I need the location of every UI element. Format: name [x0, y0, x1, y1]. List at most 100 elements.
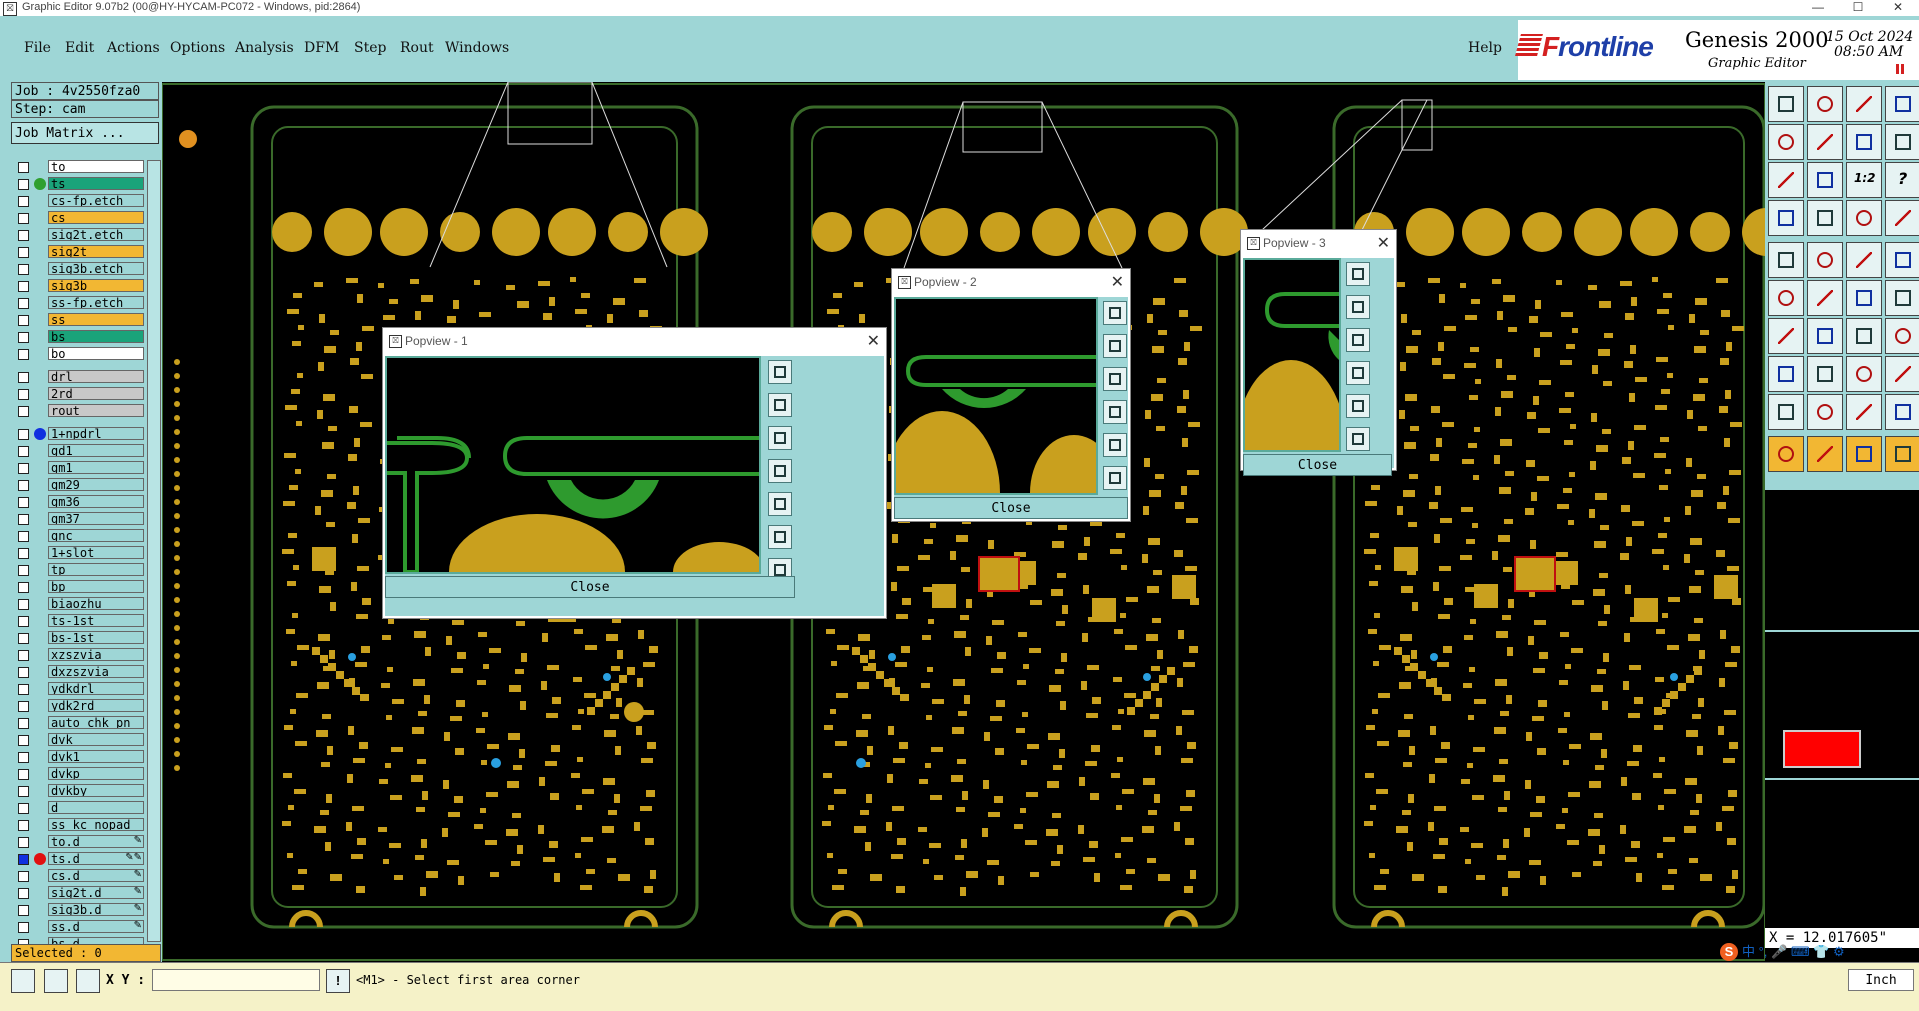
- layer-name[interactable]: bs-1st: [48, 631, 144, 644]
- layer-name[interactable]: d: [48, 801, 144, 814]
- layer-row-cs-d[interactable]: cs.d ✎: [12, 869, 144, 883]
- zoom-fit-icon[interactable]: [1768, 162, 1804, 198]
- layer-row-d[interactable]: d: [12, 801, 144, 815]
- layer-name[interactable]: ts: [48, 177, 144, 190]
- redraw-icon[interactable]: [1885, 86, 1919, 122]
- ruler-icon[interactable]: [1846, 242, 1882, 278]
- job-matrix-button[interactable]: Job Matrix ...: [11, 122, 159, 144]
- menu-edit[interactable]: Edit: [65, 40, 94, 56]
- layer-checkbox[interactable]: [18, 633, 29, 644]
- layer-name[interactable]: ss-fp.etch: [48, 296, 144, 309]
- menu-dfm[interactable]: DFM: [304, 40, 339, 56]
- layer-checkbox[interactable]: [18, 650, 29, 661]
- layer-row-ydkdrl[interactable]: ydkdrl: [12, 682, 144, 696]
- warning-button[interactable]: !: [326, 969, 350, 993]
- pan-down-icon[interactable]: [1103, 367, 1127, 391]
- pan-down-icon[interactable]: [1346, 328, 1370, 352]
- layer-checkbox[interactable]: [18, 230, 29, 241]
- layer-checkbox[interactable]: [18, 582, 29, 593]
- layers-icon[interactable]: [1885, 356, 1919, 392]
- move-icon[interactable]: [1885, 436, 1919, 472]
- layer-name[interactable]: auto_chk_pn: [48, 716, 144, 729]
- cursor-icon[interactable]: [1768, 436, 1804, 472]
- probe-icon[interactable]: [1807, 200, 1843, 236]
- reshape-icon[interactable]: [1846, 318, 1882, 354]
- layer-checkbox[interactable]: [18, 786, 29, 797]
- cursor-y-icon[interactable]: [1807, 436, 1843, 472]
- layer-name[interactable]: ydkdrl: [48, 682, 144, 695]
- layer-checkbox[interactable]: [18, 905, 29, 916]
- layer-row-sig2t[interactable]: sig2t: [12, 245, 144, 259]
- pan-down-icon[interactable]: [768, 426, 792, 450]
- close-window-button[interactable]: ✕: [1880, 0, 1916, 16]
- layer-row-ts-1st[interactable]: ts-1st: [12, 614, 144, 628]
- layer-row-gm36[interactable]: gm36: [12, 495, 144, 509]
- layer-checkbox[interactable]: [18, 446, 29, 457]
- layer-name[interactable]: bp: [48, 580, 144, 593]
- layer-name[interactable]: dvk1: [48, 750, 144, 763]
- layer-row-2rd[interactable]: 2rd: [12, 387, 144, 401]
- layer-checkbox[interactable]: [18, 667, 29, 678]
- layer-name[interactable]: 1+npdrl: [48, 427, 144, 440]
- layer-name[interactable]: dxzszvia: [48, 665, 144, 678]
- pan-right-icon[interactable]: [1807, 124, 1843, 160]
- layer-row-ts-d[interactable]: ts.d ✎✎: [12, 852, 144, 866]
- layer-checkbox[interactable]: [18, 616, 29, 627]
- copy-move-icon[interactable]: [1846, 356, 1882, 392]
- layer-name[interactable]: dvkp: [48, 767, 144, 780]
- layer-checkbox[interactable]: [18, 162, 29, 173]
- cursor-r-icon[interactable]: [1846, 436, 1882, 472]
- layer-checkbox[interactable]: [18, 349, 29, 360]
- layer-name[interactable]: to: [48, 160, 144, 173]
- layer-row-bp[interactable]: bp: [12, 580, 144, 594]
- zoom-home-icon[interactable]: [1768, 86, 1804, 122]
- layer-row-dvkp[interactable]: dvkp: [12, 767, 144, 781]
- layer-checkbox[interactable]: [18, 281, 29, 292]
- zoom-in-icon[interactable]: [768, 525, 792, 549]
- pan-left-icon[interactable]: [1346, 361, 1370, 385]
- popview-1-close-button[interactable]: Close: [385, 576, 795, 598]
- layer-checkbox[interactable]: [18, 514, 29, 525]
- layer-name[interactable]: ss_kc_nopad: [48, 818, 144, 831]
- graphic-canvas[interactable]: ⛝ Popview - 1 ✕ Close ⛝ Popview - 2 ✕ Cl…: [162, 82, 1765, 962]
- layer-name[interactable]: ydk2rd: [48, 699, 144, 712]
- layer-row-tp[interactable]: tp: [12, 563, 144, 577]
- layer-row-rout[interactable]: rout: [12, 404, 144, 418]
- layer-name[interactable]: ss.d: [48, 920, 144, 933]
- lasso-icon[interactable]: [1807, 242, 1843, 278]
- layer-checkbox[interactable]: [18, 196, 29, 207]
- layer-row-auto-chk-pn[interactable]: auto_chk_pn: [12, 716, 144, 730]
- layer-checkbox[interactable]: [18, 179, 29, 190]
- layer-row-ss-d[interactable]: ss.d ✎: [12, 920, 144, 934]
- measure-icon[interactable]: [1768, 200, 1804, 236]
- layer-row-gm1[interactable]: gm1: [12, 461, 144, 475]
- point-icon[interactable]: [1885, 242, 1919, 278]
- layer-checkbox[interactable]: [18, 803, 29, 814]
- layer-row-dvkby[interactable]: dvkby: [12, 784, 144, 798]
- a-shape-icon[interactable]: [1807, 394, 1843, 430]
- layer-name[interactable]: drl: [48, 370, 144, 383]
- layer-row-ss-kc-nopad[interactable]: ss_kc_nopad: [12, 818, 144, 832]
- layer-row-dxzszvia[interactable]: dxzszvia: [12, 665, 144, 679]
- layer-checkbox[interactable]: [18, 497, 29, 508]
- layer-row-sig2t-etch[interactable]: sig2t.etch: [12, 228, 144, 242]
- zoom-in-icon[interactable]: [1807, 162, 1843, 198]
- layer-name[interactable]: sig3b: [48, 279, 144, 292]
- layer-checkbox[interactable]: [18, 684, 29, 695]
- layer-checkbox[interactable]: [18, 837, 29, 848]
- layer-checkbox[interactable]: [18, 213, 29, 224]
- layer-checkbox[interactable]: [18, 599, 29, 610]
- layer-row-cs[interactable]: cs: [12, 211, 144, 225]
- layer-name[interactable]: gm36: [48, 495, 144, 508]
- layer-checkbox[interactable]: [18, 389, 29, 400]
- layer-checkbox[interactable]: [18, 735, 29, 746]
- select-icon[interactable]: [1768, 242, 1804, 278]
- zoom-in-icon[interactable]: [1346, 427, 1370, 451]
- help-icon[interactable]: ?: [1885, 162, 1919, 198]
- pan-up-icon[interactable]: [1103, 334, 1127, 358]
- ime-toolbar[interactable]: S 中 °, 🎤 ⌨ 👕 ⚙: [1720, 941, 1845, 961]
- menu-options[interactable]: Options: [170, 40, 225, 56]
- layer-checkbox[interactable]: [18, 854, 29, 865]
- layer-name[interactable]: rout: [48, 404, 144, 417]
- layer-checkbox[interactable]: [18, 752, 29, 763]
